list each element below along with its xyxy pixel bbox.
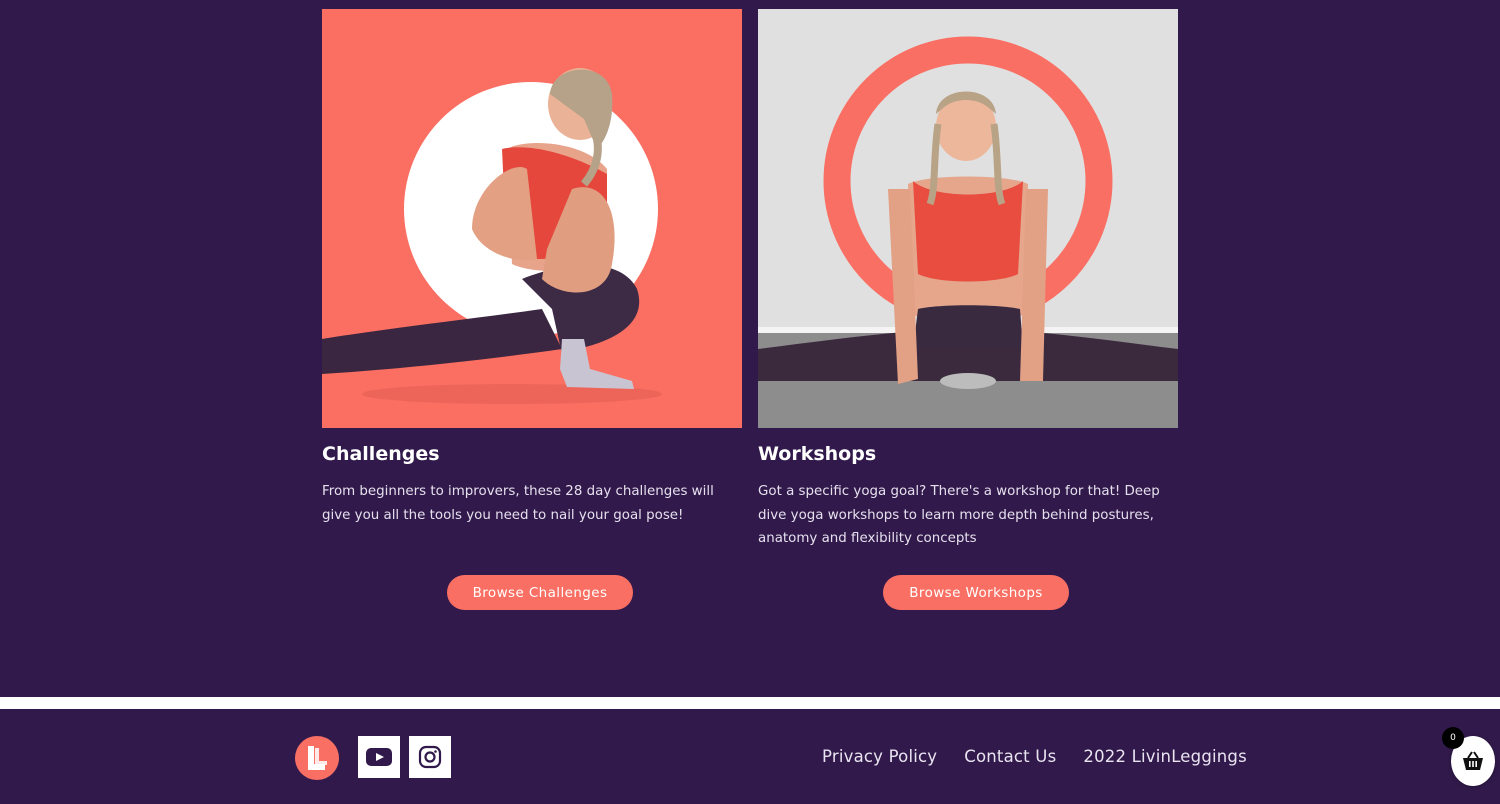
main-content: Challenges From beginners to improvers, …: [0, 0, 1500, 697]
card-description: From beginners to improvers, these 28 da…: [322, 484, 714, 523]
workshops-image[interactable]: [758, 9, 1178, 428]
footer: Privacy Policy Contact Us 2022 LivinLegg…: [0, 709, 1500, 804]
privacy-policy-link[interactable]: Privacy Policy: [822, 747, 937, 766]
footer-links: Privacy Policy Contact Us 2022 LivinLegg…: [822, 747, 1247, 766]
challenges-card: Challenges From beginners to improvers, …: [322, 9, 742, 527]
youtube-link[interactable]: [358, 736, 400, 778]
card-title: Challenges: [322, 443, 440, 465]
youtube-icon: [366, 748, 392, 766]
workshops-photo: [758, 9, 1178, 428]
copyright-text: 2022 LivinLeggings: [1083, 747, 1247, 766]
workshops-card: Workshops Got a specific yoga goal? Ther…: [758, 9, 1178, 551]
logo-icon: [308, 746, 327, 770]
instagram-link[interactable]: [409, 736, 451, 778]
footer-divider: [0, 697, 1500, 709]
browse-challenges-button[interactable]: Browse Challenges: [447, 575, 633, 610]
instagram-icon: [418, 745, 442, 769]
cart-count-badge: 0: [1442, 727, 1464, 749]
basket-icon: [1463, 751, 1483, 770]
challenges-photo: [322, 9, 742, 428]
card-title: Workshops: [758, 443, 877, 465]
challenges-image[interactable]: [322, 9, 742, 428]
card-description: Got a specific yoga goal? There's a work…: [758, 484, 1160, 546]
contact-us-link[interactable]: Contact Us: [964, 747, 1056, 766]
livinleggings-logo[interactable]: [295, 736, 339, 780]
browse-workshops-button[interactable]: Browse Workshops: [883, 575, 1069, 610]
